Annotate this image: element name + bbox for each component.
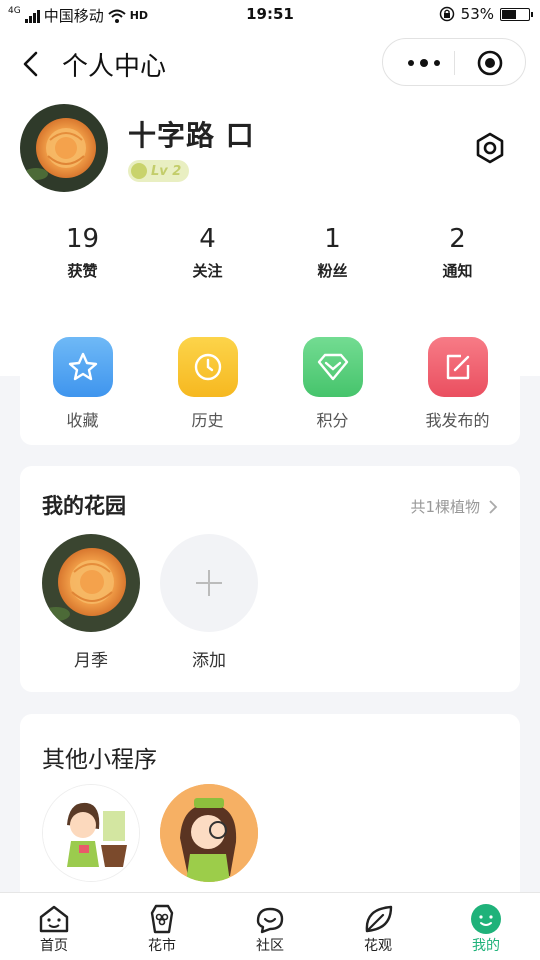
level-icon	[131, 163, 147, 179]
quick-actions-card: 收藏 历史 积分 我发布的	[20, 318, 520, 445]
garden-title: 我的花园	[42, 494, 126, 518]
username: 十字路 口	[128, 119, 255, 152]
miniprogram-capsule	[382, 38, 526, 86]
tab-label: 社区	[256, 938, 284, 954]
stat-value: 1	[324, 224, 341, 254]
market-icon	[150, 904, 174, 934]
level-badge: Lv 2	[128, 160, 189, 182]
stat-label: 关注	[192, 262, 223, 280]
battery-icon	[500, 7, 533, 21]
tab-market[interactable]: 花市	[108, 893, 216, 960]
plant-photo	[42, 534, 140, 632]
profile-icon	[471, 904, 501, 934]
leaf-icon	[365, 905, 393, 933]
other-miniprograms-card: 其他小程序	[20, 714, 520, 904]
quick-action-label: 我发布的	[425, 411, 490, 430]
quick-action-label: 收藏	[66, 411, 99, 430]
status-right: 53%	[439, 5, 533, 23]
stat-followers[interactable]: 1 粉丝	[270, 222, 395, 286]
avatar[interactable]	[20, 104, 108, 192]
stat-following[interactable]: 4 关注	[145, 222, 270, 286]
plus-icon	[160, 534, 258, 632]
tab-label: 花市	[148, 938, 176, 954]
tab-label: 首页	[40, 938, 68, 954]
plant-item[interactable]: 月季	[42, 534, 140, 671]
stat-value: 19	[65, 224, 100, 254]
star-icon	[52, 337, 113, 397]
plant-name: 月季	[74, 651, 108, 671]
tab-profile[interactable]: 我的	[432, 893, 540, 960]
community-icon	[256, 907, 284, 934]
miniprogram-icon-1[interactable]	[42, 784, 140, 882]
tab-label: 花观	[364, 938, 392, 954]
edit-icon	[427, 337, 488, 397]
tab-home[interactable]: 首页	[0, 893, 108, 960]
clock-icon	[177, 337, 238, 397]
stat-value: 4	[199, 224, 216, 254]
garden-count-link[interactable]: 共1棵植物	[410, 496, 498, 517]
close-miniprogram-icon[interactable]	[477, 50, 503, 76]
stat-notifications[interactable]: 2 通知	[395, 222, 520, 286]
tab-community[interactable]: 社区	[216, 893, 324, 960]
page-title: 个人中心	[62, 52, 167, 82]
tab-flower-view[interactable]: 花观	[324, 893, 432, 960]
garden-count: 共1棵植物	[410, 498, 480, 516]
stat-label: 获赞	[67, 262, 98, 280]
stat-label: 通知	[442, 262, 473, 280]
diamond-icon	[302, 337, 363, 397]
more-menu-icon[interactable]	[399, 53, 449, 73]
my-garden-card: 我的花园 共1棵植物 月季 添加	[20, 466, 520, 692]
my-posts-button[interactable]: 我发布的	[395, 318, 520, 445]
capsule-divider	[454, 51, 455, 75]
battery-percent: 53%	[460, 5, 494, 23]
stat-likes[interactable]: 19 获赞	[20, 222, 145, 286]
rotation-lock-icon	[439, 6, 454, 22]
chevron-right-icon	[489, 499, 498, 514]
back-icon[interactable]	[16, 48, 48, 80]
miniprogram-icon-2[interactable]	[160, 784, 258, 882]
favorites-button[interactable]: 收藏	[20, 318, 145, 445]
stat-value: 2	[449, 224, 466, 254]
tab-label: 我的	[472, 938, 500, 954]
bottom-tab-bar: 首页 花市 社区 花观 我的	[0, 892, 540, 960]
stat-label: 粉丝	[317, 262, 348, 280]
quick-action-label: 历史	[191, 411, 224, 430]
profile-stats: 19 获赞 4 关注 1 粉丝 2 通知	[20, 222, 520, 286]
points-button[interactable]: 积分	[270, 318, 395, 445]
history-button[interactable]: 历史	[145, 318, 270, 445]
quick-action-label: 积分	[316, 411, 349, 430]
settings-icon[interactable]	[472, 130, 508, 166]
add-plant-button[interactable]: 添加	[160, 534, 258, 671]
add-plant-label: 添加	[192, 651, 226, 671]
navigation-bar: 个人中心	[0, 38, 540, 90]
other-apps-title: 其他小程序	[42, 747, 157, 773]
level-text: Lv 2	[151, 163, 182, 179]
status-bar: 4G 中国移动 HD 19:51 53%	[0, 0, 540, 30]
home-icon	[39, 905, 69, 933]
